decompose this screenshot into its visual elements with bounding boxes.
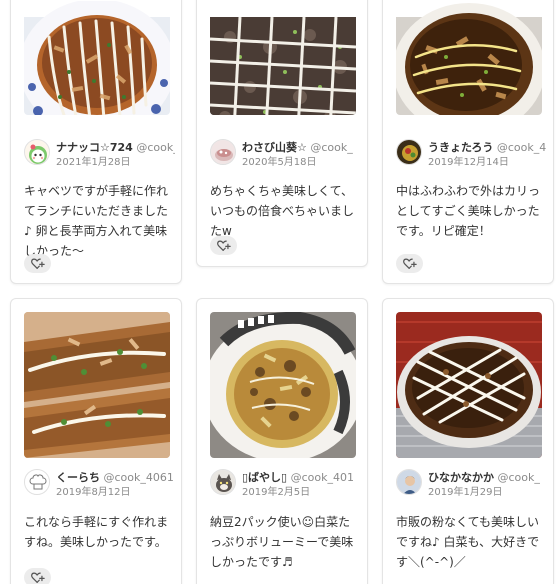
report-card[interactable]: ひなかなかか @cook_ 2019年1月29日 市販の粉なくても美味しいですね… [382, 298, 554, 584]
author-row[interactable]: わさび山葵☆ @cook_ 2020年5月18日 [210, 139, 361, 171]
heart-plus-icon [402, 258, 417, 269]
report-photo[interactable] [396, 1, 542, 115]
user-name[interactable]: わさび山葵☆ [242, 141, 307, 154]
report-date: 2020年5月18日 [242, 157, 317, 168]
report-comment: 市販の粉なくても美味しいですね♪ 白菜も、大好きです＼(^-^)／ [396, 515, 540, 569]
okonomiyaki-photo-image [210, 312, 356, 458]
author-row[interactable]: うきょたろう @cook_40 2019年12月14日 [396, 139, 547, 171]
okonomiyaki-photo-image [396, 3, 542, 115]
user-id: @cook_ [310, 141, 353, 154]
user-id: @cook_40 [496, 141, 547, 154]
user-id: @cook_ [136, 141, 175, 154]
heart-plus-icon [216, 240, 231, 251]
report-date: 2019年1月29日 [428, 487, 503, 498]
user-name[interactable]: うきょたろう [428, 141, 493, 154]
report-comment: 中はふわふわで外はカリっとしてすごく美味しかったです。リピ確定！ [396, 184, 541, 238]
author-row[interactable]: ひなかなかか @cook_ 2019年1月29日 [396, 469, 547, 501]
like-button[interactable] [24, 568, 51, 584]
user-id: @cook_401 [290, 471, 354, 484]
cat-icon[interactable] [210, 469, 236, 495]
report-comment: これなら手軽にすぐ作れますね。美味しかったです。 [24, 515, 169, 549]
like-button[interactable] [24, 254, 51, 273]
character-face-icon[interactable] [24, 139, 50, 165]
report-card[interactable]: くーらち @cook_4061 2019年8月12日 これなら手軽にすぐ作れます… [10, 298, 182, 584]
report-photo[interactable] [24, 1, 170, 115]
report-comment: 納豆2パック使い☺白菜たっぷりボリューミーで美味しかったです♬ [210, 515, 354, 569]
report-photo[interactable] [210, 312, 356, 458]
user-name[interactable]: ひなかなかか [428, 471, 494, 484]
okonomiyaki-photo-image [24, 312, 170, 458]
portrait-icon[interactable] [396, 469, 422, 495]
report-photo[interactable] [396, 312, 542, 458]
report-card[interactable]: ナナッコ☆724 @cook_ 2021年1月28日 キャベツですが手軽に作れて… [10, 0, 182, 284]
author-row[interactable]: くーらち @cook_4061 2019年8月12日 [24, 469, 175, 501]
food-plate-icon[interactable] [396, 139, 422, 165]
report-photo[interactable] [210, 1, 356, 115]
okonomiyaki-photo-image [24, 1, 170, 115]
user-id: @cook_ [497, 471, 540, 484]
user-name-line[interactable]: ▯ばやし▯ @cook_401 [242, 471, 361, 485]
report-photo[interactable] [24, 312, 170, 458]
report-card[interactable]: うきょたろう @cook_40 2019年12月14日 中はふわふわで外はカリっ… [382, 0, 554, 284]
user-name[interactable]: くーらち [56, 471, 100, 484]
okonomiyaki-photo-image [210, 16, 356, 115]
report-comment: キャベツですが手軽に作れてランチにいただきました♪ 卵と長芋両方入れて美味しかっ… [24, 184, 169, 258]
user-name-line[interactable]: くーらち @cook_4061 [56, 471, 175, 485]
heart-plus-icon [30, 572, 45, 583]
user-name-line[interactable]: うきょたろう @cook_40 [428, 141, 547, 155]
user-name-line[interactable]: ナナッコ☆724 @cook_ [56, 141, 175, 155]
report-date: 2021年1月28日 [56, 157, 131, 168]
user-name-line[interactable]: ひなかなかか @cook_ [428, 471, 547, 485]
report-card[interactable]: ▯ばやし▯ @cook_401 2019年2月5日 納豆2パック使い☺白菜たっぷ… [196, 298, 368, 584]
report-date: 2019年8月12日 [56, 487, 131, 498]
author-row[interactable]: ▯ばやし▯ @cook_401 2019年2月5日 [210, 469, 361, 501]
user-name[interactable]: ナナッコ☆724 [56, 141, 133, 154]
okonomiyaki-photo-image [396, 312, 542, 458]
like-button[interactable] [210, 236, 237, 255]
user-id: @cook_4061 [103, 471, 174, 484]
report-date: 2019年2月5日 [242, 487, 311, 498]
report-comment: めちゃくちゃ美味しくて、いつもの倍食べちゃいましたw [210, 184, 355, 238]
food-bowl-icon[interactable] [210, 139, 236, 165]
user-name[interactable]: ▯ばやし▯ [242, 471, 287, 484]
report-card[interactable]: わさび山葵☆ @cook_ 2020年5月18日 めちゃくちゃ美味しくて、いつも… [196, 0, 368, 267]
user-name-line[interactable]: わさび山葵☆ @cook_ [242, 141, 361, 155]
author-row[interactable]: ナナッコ☆724 @cook_ 2021年1月28日 [24, 139, 175, 171]
heart-plus-icon [30, 258, 45, 269]
report-date: 2019年12月14日 [428, 157, 509, 168]
like-button[interactable] [396, 254, 423, 273]
chef-hat-icon[interactable] [24, 469, 50, 495]
